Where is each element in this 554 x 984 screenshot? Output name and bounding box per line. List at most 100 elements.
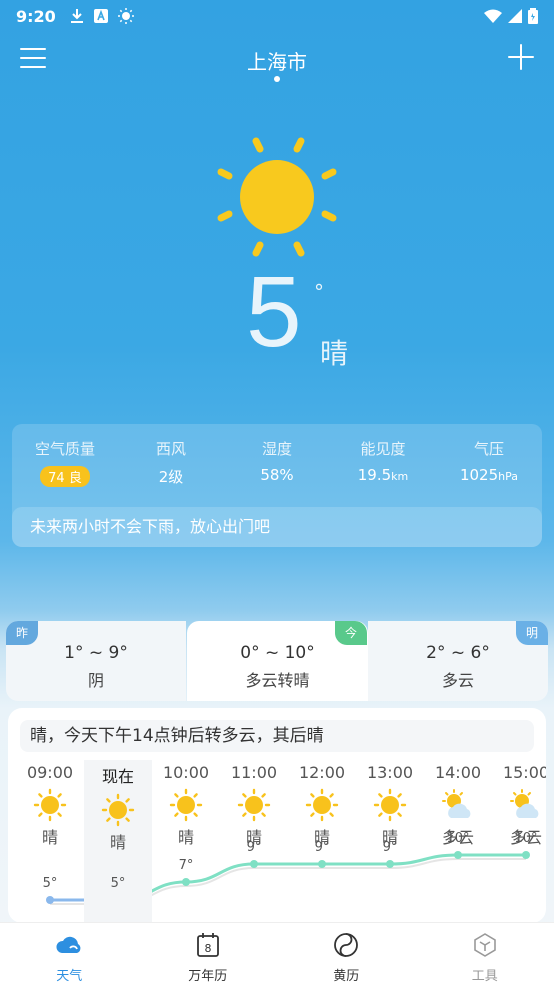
wind-level: 2级 [158,468,184,486]
bottom-navigation: 天气 8 万年历 黄历 工具 [0,922,554,984]
hour-time: 14:00 [434,763,482,782]
day-forecast-tabs: 昨 1° ~ 9° 阴 今 0° ~ 10° 多云转晴 明 2° ~ 6° 多云 [6,621,548,701]
pressure-value: 1025 [459,466,499,484]
visibility-cell: 能见度 19.5km [330,438,436,487]
sun-hero-icon [217,137,337,257]
day-tab-yesterday[interactable]: 昨 1° ~ 9° 阴 [6,621,186,701]
hour-condition: 晴 [41,828,58,847]
visibility-unit: km [391,470,409,483]
day-condition: 多云 [441,671,474,690]
wind-direction-label: 西风 [155,440,186,458]
signal-icon [508,9,522,23]
tomorrow-tag: 明 [515,621,548,645]
pressure-cell: 气压 1025hPa [436,438,542,487]
sun-icon [373,788,407,822]
hour-time: 15:00 [502,763,546,782]
current-condition: 晴 [320,337,349,370]
nav-almanac[interactable]: 黄历 [277,923,416,984]
hourly-column: 15:00 多云 10° [492,760,546,923]
toolbox-icon [473,933,496,957]
pressure-unit: hPa [498,470,519,483]
sun-icon [237,788,271,822]
partly-cloudy-icon [441,788,475,822]
brightness-icon [117,8,134,24]
day-tab-today[interactable]: 今 0° ~ 10° 多云转晴 [187,621,368,701]
visibility-label: 能见度 [360,440,406,458]
hourly-column: 10:00 晴 7° [152,760,220,923]
humidity-label: 湿度 [261,440,292,458]
download-icon [70,9,83,23]
hour-time: 12:00 [298,763,346,782]
page-indicator-dot [274,76,280,82]
hour-temperature: 5° [110,876,126,891]
hour-condition: 晴 [177,828,194,847]
sun-icon [101,793,135,827]
status-bar: 9:20 [0,0,554,32]
hour-temperature: 10° [514,831,538,846]
status-left-icons [70,8,134,24]
sun-icon [305,788,339,822]
air-quality-label: 空气质量 [34,440,95,458]
temperature-unit: ° [314,280,324,304]
wifi-icon [484,9,502,23]
hour-time: 11:00 [230,763,278,782]
yesterday-tag: 昨 [6,621,39,645]
yinyang-icon [334,933,359,957]
aqi-badge: 74 良 [40,466,90,487]
day-temp-range: 2° ~ 6° [426,643,490,663]
day-condition: 多云转晴 [245,671,310,690]
air-quality-cell[interactable]: 空气质量 74 良 [12,438,118,487]
day-temp-range: 0° ~ 10° [240,643,315,663]
hour-temperature: 9° [314,840,330,855]
nav-calendar-label: 万年历 [188,969,228,984]
humidity-value: 58% [260,466,294,484]
nav-weather[interactable]: 天气 [0,923,139,984]
day-temp-range: 1° ~ 9° [64,643,128,663]
hourly-column: 现在晴 5° [84,760,152,923]
add-city-button[interactable] [508,44,534,70]
rain-forecast-tip[interactable]: 未来两小时不会下雨，放心出门吧 [12,507,542,547]
partly-cloudy-icon [509,788,543,822]
weather-details-panel: 空气质量 74 良 西风 2级 湿度 58% 能见度 19.5km 气压 102… [12,424,542,547]
city-title[interactable]: 上海市 [0,46,554,75]
hourly-column: 09:00 晴 5° [16,760,84,923]
hourly-column: 13:00 晴 9° [356,760,424,923]
cloud-icon [56,936,81,953]
battery-icon [528,8,538,24]
humidity-cell: 湿度 58% [224,438,330,487]
calendar-icon: 8 [196,933,219,957]
hourly-forecast-card[interactable]: 晴，今天下午14点钟后转多云，其后晴 09:00 晴 5° 现在晴 5° 10:00 晴 7°… [8,708,546,923]
weather-details-row: 空气质量 74 良 西风 2级 湿度 58% 能见度 19.5km 气压 102… [12,424,542,487]
hour-temperature: 9° [246,840,262,855]
hourly-column: 12:00 晴 9° [288,760,356,923]
wind-cell: 西风 2级 [118,438,224,487]
header: 上海市 [0,36,554,86]
font-icon [93,9,108,23]
hourly-column: 14:00 多云 10° [424,760,492,923]
hour-time: 09:00 [26,763,74,782]
sun-icon [33,788,67,822]
hour-temperature: 5° [42,876,58,891]
current-temperature: 5 [246,256,302,368]
svg-text:8: 8 [204,942,211,955]
nav-tools[interactable]: 工具 [416,923,554,984]
nav-almanac-label: 黄历 [333,969,360,984]
hour-time: 现在 [101,767,134,786]
pressure-label: 气压 [473,440,504,458]
hour-time: 13:00 [366,763,414,782]
nav-calendar[interactable]: 8 万年历 [139,923,278,984]
nav-weather-label: 天气 [56,969,83,984]
hour-temperature: 9° [382,840,398,855]
today-tag: 今 [335,621,368,645]
sun-icon [169,788,203,822]
hour-time: 10:00 [162,763,210,782]
day-condition: 阴 [87,671,104,690]
hourly-summary: 晴，今天下午14点钟后转多云，其后晴 [20,720,534,752]
visibility-value: 19.5 [357,466,392,484]
hour-temperature: 10° [446,831,470,846]
hourly-column: 11:00 晴 9° [220,760,288,923]
nav-tools-label: 工具 [471,969,498,984]
status-right-icons [484,8,538,24]
hour-temperature: 7° [178,858,194,873]
day-tab-tomorrow[interactable]: 明 2° ~ 6° 多云 [368,621,548,701]
